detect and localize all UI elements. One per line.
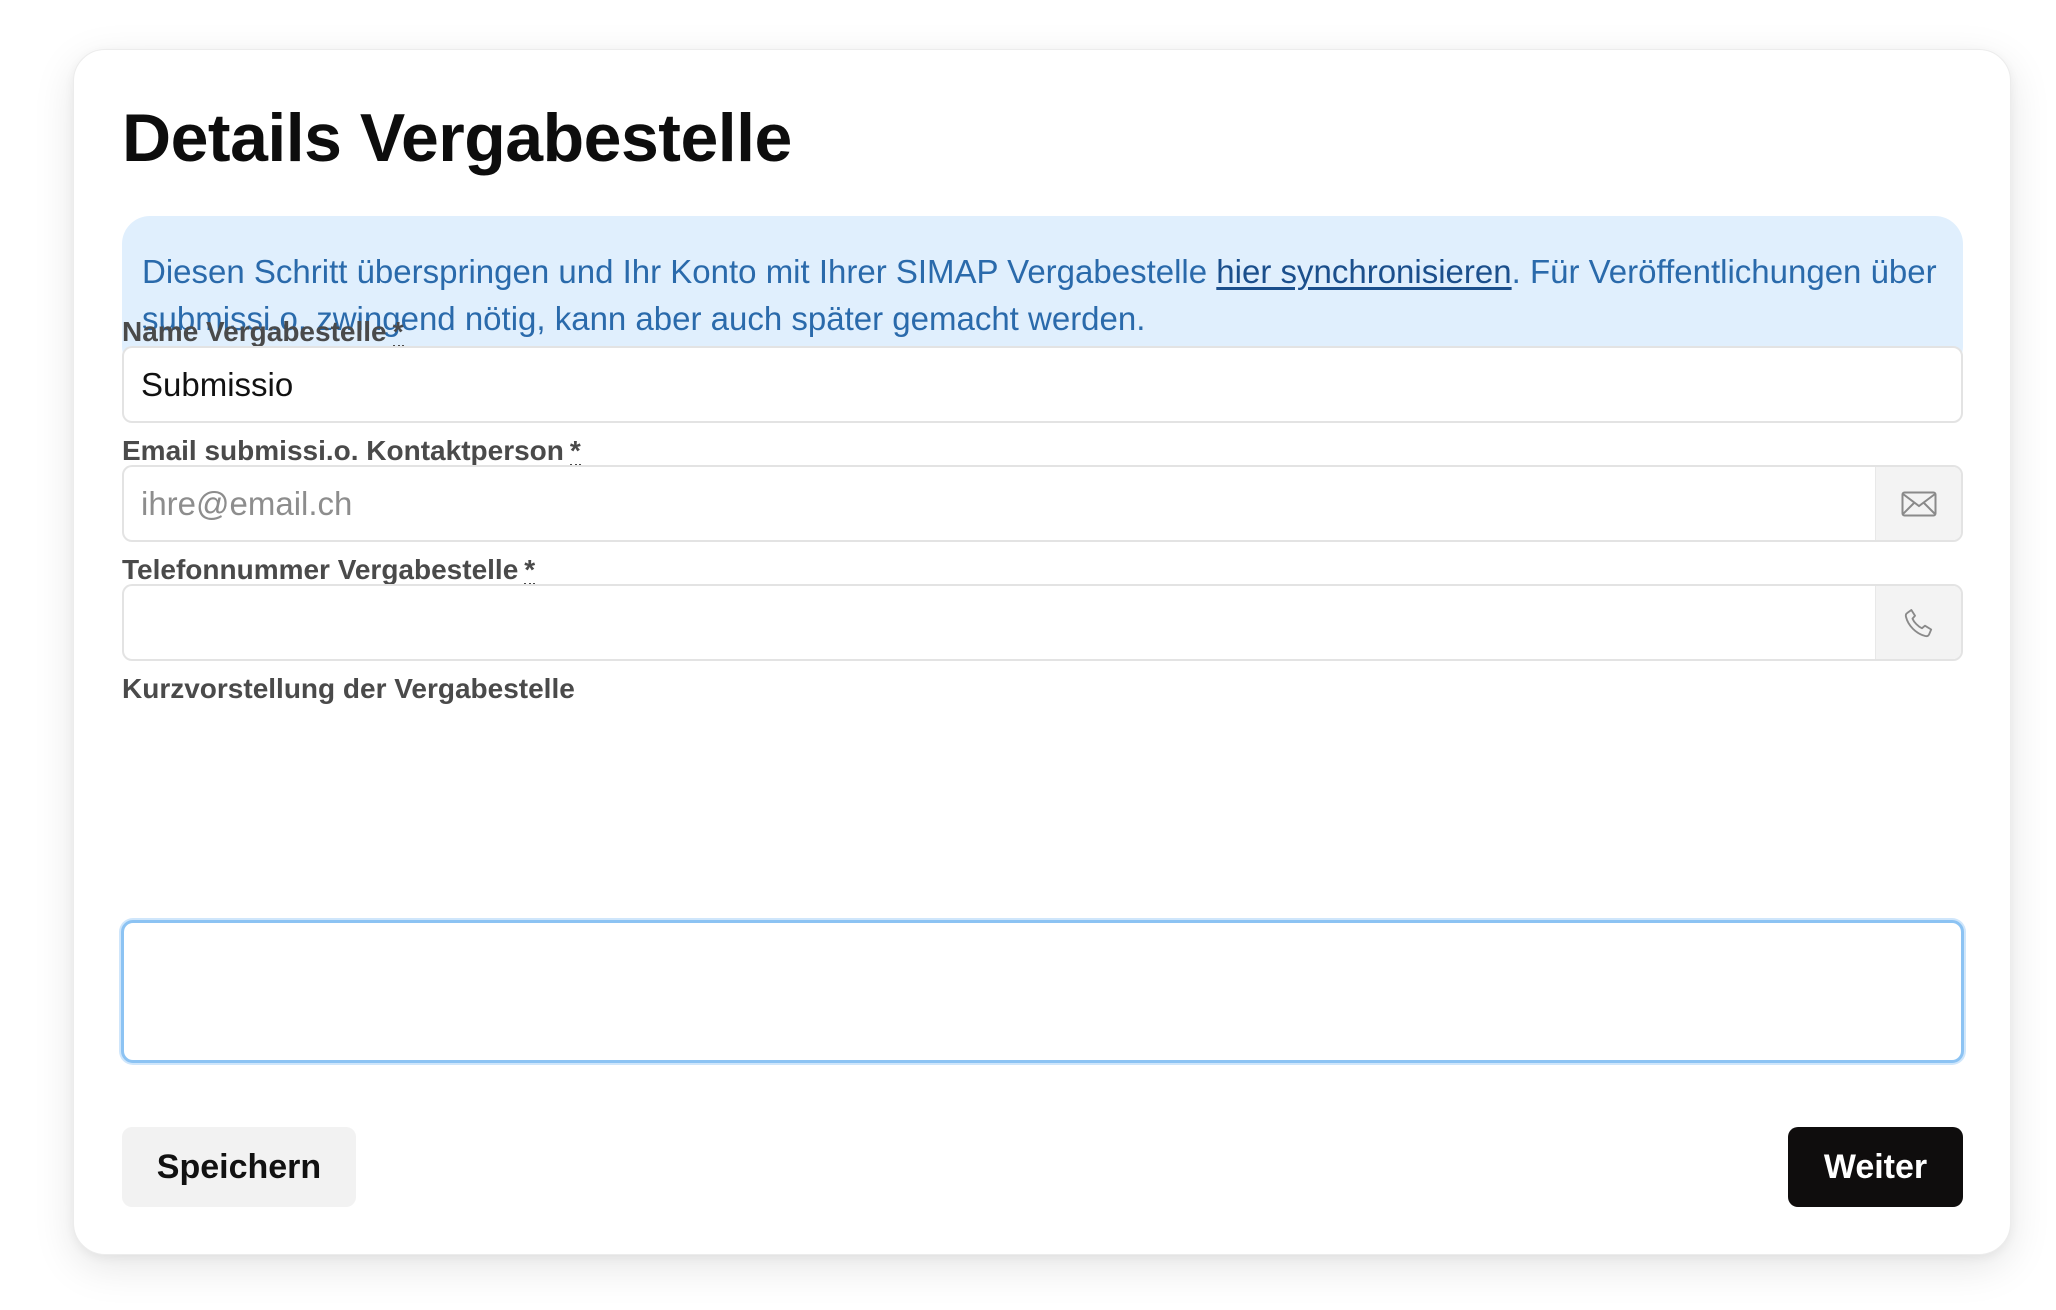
phone-label-text: Telefonnummer Vergabestelle (122, 554, 519, 585)
name-input[interactable] (124, 348, 1961, 421)
required-mark: * (524, 554, 536, 585)
details-card: Details Vergabestelle Diesen Schritt übe… (73, 49, 2011, 1255)
info-text-before: Diesen Schritt überspringen und Ihr Kont… (142, 253, 1217, 290)
sync-link[interactable]: hier synchronisieren (1216, 253, 1511, 290)
email-field-wrapper (122, 465, 1963, 542)
description-textarea[interactable] (121, 920, 1964, 1063)
envelope-icon (1875, 467, 1961, 540)
name-label-text: Name Vergabestelle (122, 316, 387, 347)
phone-label: Telefonnummer Vergabestelle * (122, 553, 536, 587)
phone-icon (1875, 586, 1961, 659)
email-label-text: Email submissi.o. Kontaktperson (122, 435, 564, 466)
save-button[interactable]: Speichern (122, 1127, 356, 1207)
required-mark: * (569, 435, 581, 466)
name-label: Name Vergabestelle * (122, 315, 404, 349)
phone-input[interactable] (124, 586, 1875, 659)
phone-field-wrapper (122, 584, 1963, 661)
email-input[interactable] (124, 467, 1875, 540)
next-button[interactable]: Weiter (1788, 1127, 1963, 1207)
page-title: Details Vergabestelle (122, 100, 792, 176)
email-label: Email submissi.o. Kontaktperson * (122, 434, 581, 468)
name-field-wrapper (122, 346, 1963, 423)
required-mark: * (392, 316, 404, 347)
description-label: Kurzvorstellung der Vergabestelle (122, 673, 575, 704)
